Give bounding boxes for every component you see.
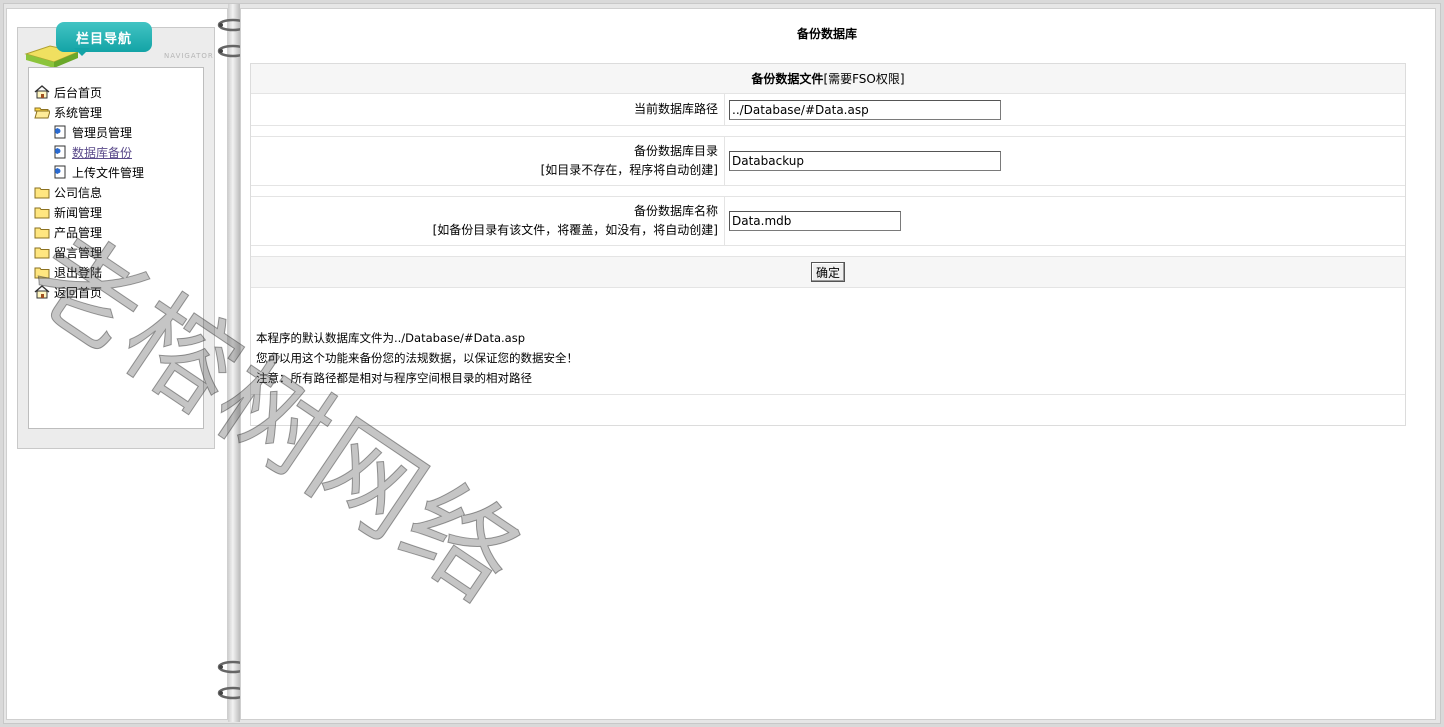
nav-item-label: 管理员管理 [72, 125, 133, 140]
form-header-row: 备份数据文件 [需要FSO权限] [251, 64, 1405, 94]
document-icon [52, 145, 68, 159]
nav-item[interactable]: 后台首页 [34, 82, 144, 102]
backup-dir-label: 备份数据库目录 [633, 144, 718, 158]
nav-item[interactable]: 返回首页 [34, 282, 144, 302]
backup-name-row: 备份数据库名称 [如备份目录有该文件，将覆盖，如没有，将自动创建] [251, 197, 1405, 246]
nav-title-sub: NAVIGATOR [164, 52, 214, 60]
home-icon [34, 85, 50, 99]
nav-item[interactable]: 数据库备份 [34, 142, 144, 162]
folder-icon [34, 185, 50, 199]
nav-item[interactable]: 产品管理 [34, 222, 144, 242]
binder-spine [228, 4, 240, 722]
note-row: 本程序的默认数据库文件为../Database/#Data.asp 您可以用这个… [251, 288, 1405, 395]
current-path-label: 当前数据库路径 [633, 102, 718, 116]
current-path-row: 当前数据库路径 [251, 94, 1405, 126]
folder-icon [34, 225, 50, 239]
nav-item-label: 退出登陆 [54, 265, 103, 280]
spacer-row [251, 186, 1405, 197]
note-line: 注意：所有路径都是相对与程序空间根目录的相对路径 [256, 371, 532, 385]
current-path-input[interactable] [729, 99, 1001, 120]
nav-title: 栏目导航 [56, 22, 152, 52]
backup-dir-input[interactable] [729, 151, 1001, 171]
nav-item-label: 产品管理 [54, 225, 103, 240]
submit-row: 确定 [251, 257, 1405, 288]
nav-item[interactable]: 系统管理 [34, 102, 144, 122]
folder-icon [34, 245, 50, 259]
folder-open-icon [34, 105, 51, 119]
section-note: [需要FSO权限] [823, 72, 905, 86]
backup-dir-hint: [如目录不存在，程序将自动创建] [540, 163, 718, 177]
spacer-row [251, 246, 1405, 257]
nav-item[interactable]: 退出登陆 [34, 262, 144, 282]
nav-item[interactable]: 管理员管理 [34, 122, 144, 142]
nav-item-label: 留言管理 [54, 245, 103, 260]
nav-item-label: 后台首页 [54, 85, 103, 100]
nav-item-label: 新闻管理 [54, 205, 103, 220]
document-icon [52, 125, 68, 139]
backup-name-label: 备份数据库名称 [633, 204, 718, 218]
document-icon [52, 165, 68, 179]
main-content-page: 备份数据库 备份数据文件 [需要FSO权限] 当前数据库路径 备份数据库目录 [… [240, 8, 1436, 720]
folder-icon [34, 265, 50, 279]
page-title: 备份数据库 [796, 27, 857, 41]
note-line: 您可以用这个功能来备份您的法规数据，以保证您的数据安全！ [256, 351, 578, 365]
nav-title-tail [74, 48, 90, 56]
folder-icon [34, 205, 50, 219]
nav-item[interactable]: 上传文件管理 [34, 162, 144, 182]
left-nav-page: 栏目导航 NAVIGATOR 后台首页系统管理管理员管理数据库备份上传文件管理公… [6, 8, 228, 720]
confirm-button[interactable]: 确定 [810, 262, 845, 282]
nav-item[interactable]: 公司信息 [34, 182, 144, 202]
backup-form: 备份数据文件 [需要FSO权限] 当前数据库路径 备份数据库目录 [如目录不存在… [250, 63, 1406, 426]
nav-item-label: 返回首页 [54, 285, 103, 300]
nav-item[interactable]: 新闻管理 [34, 202, 144, 222]
nav-item-label: 公司信息 [54, 185, 103, 200]
section-title: 备份数据文件 [751, 72, 824, 86]
home-icon [34, 285, 50, 299]
help-notes: 本程序的默认数据库文件为../Database/#Data.asp 您可以用这个… [251, 288, 578, 388]
nav-panel: 栏目导航 NAVIGATOR 后台首页系统管理管理员管理数据库备份上传文件管理公… [17, 22, 215, 449]
backup-dir-row: 备份数据库目录 [如目录不存在，程序将自动创建] [251, 137, 1405, 186]
spacer-row [251, 126, 1405, 137]
nav-item[interactable]: 留言管理 [34, 242, 144, 262]
nav-item-label: 系统管理 [54, 105, 103, 120]
backup-name-input[interactable] [729, 211, 901, 231]
nav-item-label: 数据库备份 [72, 145, 133, 160]
nav-tree: 后台首页系统管理管理员管理数据库备份上传文件管理公司信息新闻管理产品管理留言管理… [34, 82, 144, 302]
empty-row [251, 395, 1405, 425]
backup-name-hint: [如备份目录有该文件，将覆盖，如没有，将自动创建] [432, 223, 718, 237]
nav-item-label: 上传文件管理 [72, 165, 145, 180]
note-line: 本程序的默认数据库文件为../Database/#Data.asp [256, 331, 526, 345]
